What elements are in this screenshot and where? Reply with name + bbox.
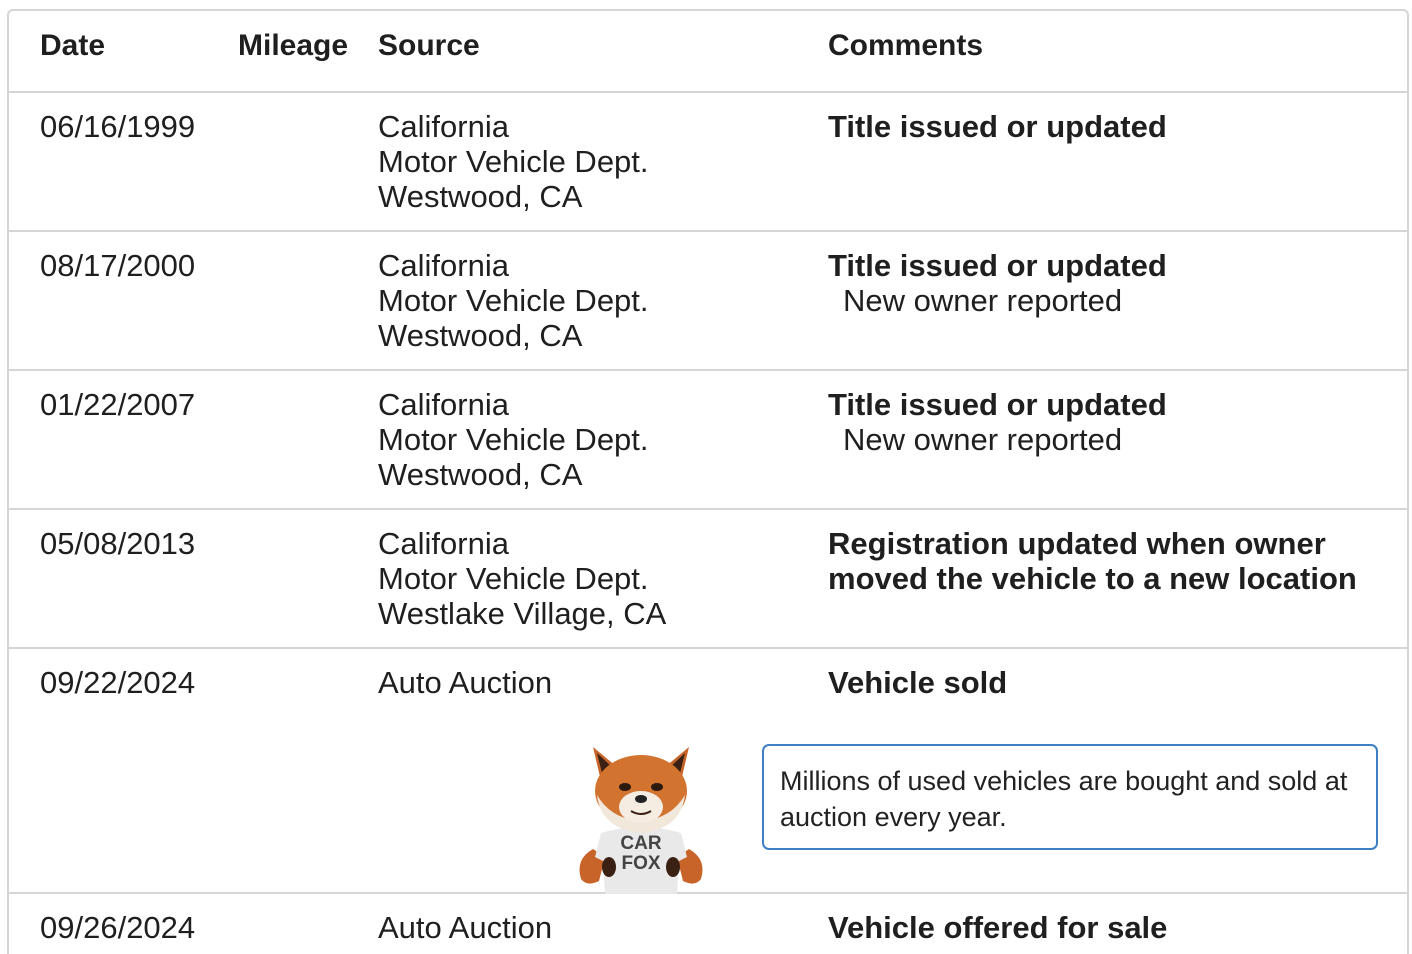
row-comments: Title issued or updated New owner report… [828,387,1167,457]
table-row: 09/22/2024 Auto Auction Vehicle sold CAR… [9,649,1407,894]
auction-tip-box: Millions of used vehicles are bought and… [762,744,1378,850]
source-line: Motor Vehicle Dept. [378,422,649,457]
source-line: Westlake Village, CA [378,596,667,631]
source-line: Westwood, CA [378,318,583,353]
row-comments: Vehicle sold [828,665,1007,700]
comment-detail: New owner reported [843,283,1123,318]
carfox-mascot-icon: CAR FOX [579,747,703,894]
row-comments: Title issued or updated [828,109,1167,144]
source-line: Auto Auction [378,910,553,945]
source-line: California [378,526,509,561]
row-source: California Motor Vehicle Dept. Westwood,… [378,248,649,353]
row-source: Auto Auction [378,910,552,945]
comment-title: Title issued or updated [828,387,1167,422]
comment-title: Vehicle offered for sale [828,910,1168,945]
mascot-shirt-text: CAR [620,833,661,854]
table-row: 05/08/2013 California Motor Vehicle Dept… [9,510,1407,649]
row-date: 08/17/2000 [40,248,196,283]
row-source: Auto Auction [378,665,552,700]
row-date: 09/26/2024 [40,910,196,945]
source-line: California [378,248,509,283]
row-date: 09/22/2024 [40,665,196,700]
source-line: Westwood, CA [378,179,583,214]
row-source: California Motor Vehicle Dept. Westwood,… [378,109,649,214]
source-line: Auto Auction [378,665,553,700]
source-line: Westwood, CA [378,457,583,492]
header-date: Date [40,29,106,62]
row-comments: Vehicle offered for sale [828,910,1167,945]
comment-title: moved the vehicle to a new location [828,561,1357,596]
source-line: Motor Vehicle Dept. [378,144,649,179]
row-comments: Registration updated when owner moved th… [828,526,1357,596]
comment-title: Title issued or updated [828,248,1167,283]
header-mileage: Mileage [238,29,349,62]
table-row: 06/16/1999 California Motor Vehicle Dept… [9,93,1407,232]
table-row: 01/22/2007 California Motor Vehicle Dept… [9,371,1407,510]
row-date: 06/16/1999 [40,109,196,144]
source-line: California [378,109,509,144]
comment-title: Vehicle sold [828,665,1008,700]
table-row: 08/17/2000 California Motor Vehicle Dept… [9,232,1407,371]
row-source: California Motor Vehicle Dept. Westlake … [378,526,666,631]
source-line: California [378,387,509,422]
tip-text: Millions of used vehicles are bought and… [780,766,1348,832]
header-source: Source [378,29,480,62]
row-comments: Title issued or updated New owner report… [828,248,1167,318]
comment-title: Title issued or updated [828,109,1167,144]
table-header: Date Mileage Source Comments [9,11,1407,93]
row-source: California Motor Vehicle Dept. Westwood,… [378,387,649,492]
vehicle-history-table: Date Mileage Source Comments 06/16/1999 … [7,9,1409,954]
row-date: 05/08/2013 [40,526,196,561]
source-line: Motor Vehicle Dept. [378,561,649,596]
row-date: 01/22/2007 [40,387,196,422]
mascot-shirt-text: FOX [621,853,660,874]
comment-title: Registration updated when owner [828,526,1326,561]
comment-detail: New owner reported [843,422,1123,457]
header-comments: Comments [828,29,984,62]
source-line: Motor Vehicle Dept. [378,283,649,318]
table-row: 09/26/2024 Auto Auction Vehicle offered … [9,894,1407,954]
